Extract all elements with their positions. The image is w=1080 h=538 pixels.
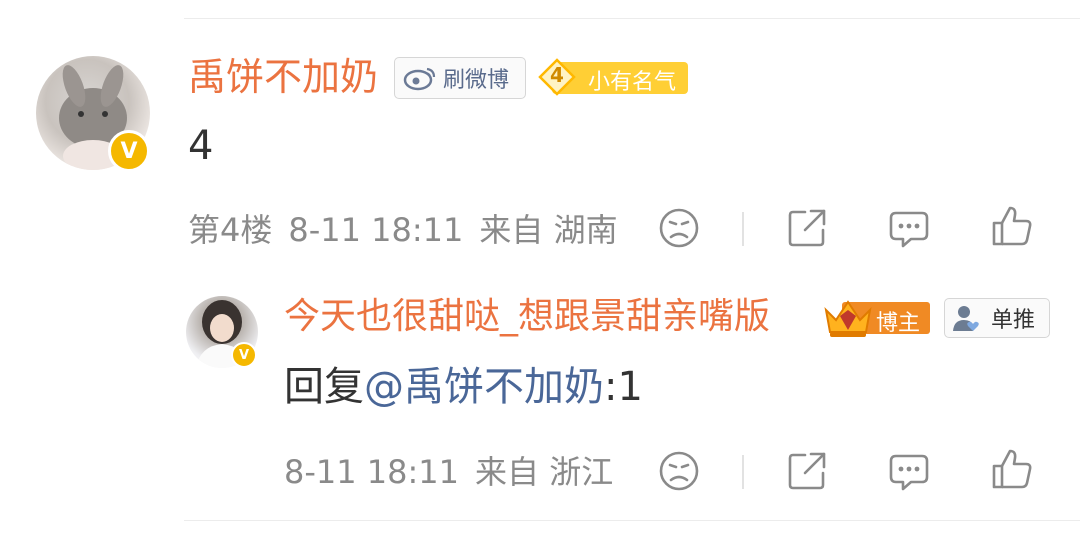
comment-meta: 第4楼 8-11 18:11 来自 湖南 xyxy=(188,210,618,250)
comment-content: 4 xyxy=(188,123,214,169)
weibo-badge[interactable]: 刷微博 xyxy=(394,57,526,99)
action-divider xyxy=(742,455,744,489)
bozhu-badge[interactable]: 博主 xyxy=(820,300,930,337)
bozhu-badge-label: 博主 xyxy=(876,311,921,336)
fame-label: 小有名气 xyxy=(588,70,677,95)
comment-icon[interactable] xyxy=(887,449,931,493)
share-icon[interactable] xyxy=(785,206,829,250)
reply-username[interactable]: 今天也很甜哒_想跟景甜亲嘴版 xyxy=(284,292,770,342)
dislike-icon[interactable] xyxy=(657,449,701,493)
reply-text: :1 xyxy=(604,364,643,410)
verified-badge-icon: V xyxy=(231,342,257,368)
share-icon[interactable] xyxy=(785,449,829,493)
mention-link[interactable]: @禹饼不加奶 xyxy=(364,364,604,410)
username[interactable]: 禹饼不加奶 xyxy=(188,52,378,102)
top-divider xyxy=(184,18,1080,19)
location: 来自 浙江 xyxy=(475,453,614,491)
like-icon[interactable] xyxy=(990,447,1034,491)
timestamp: 8-11 18:11 xyxy=(288,211,464,249)
dislike-icon[interactable] xyxy=(657,206,701,250)
fame-level: 4 xyxy=(550,63,564,87)
crown-icon xyxy=(824,300,872,337)
location: 来自 湖南 xyxy=(479,211,618,249)
weibo-badge-label: 刷微博 xyxy=(443,68,510,93)
dantui-badge-label: 单推 xyxy=(991,308,1036,333)
reply-meta: 8-11 18:11 来自 浙江 xyxy=(284,452,613,492)
dantui-badge[interactable]: 单推 xyxy=(944,298,1050,338)
fame-badge[interactable]: 4 小有名气 xyxy=(538,58,688,96)
timestamp: 8-11 18:11 xyxy=(284,453,460,491)
like-icon[interactable] xyxy=(990,204,1034,248)
reply-prefix: 回复 xyxy=(284,364,364,410)
user-heart-icon xyxy=(953,306,979,331)
verified-badge-icon: V xyxy=(108,130,150,172)
weibo-logo-icon xyxy=(403,67,436,91)
comment-icon[interactable] xyxy=(887,206,931,250)
reply-content: 回复@禹饼不加奶:1 xyxy=(284,360,643,414)
action-divider xyxy=(742,212,744,246)
floor-number: 第4楼 xyxy=(188,211,273,249)
bottom-divider xyxy=(184,520,1080,521)
